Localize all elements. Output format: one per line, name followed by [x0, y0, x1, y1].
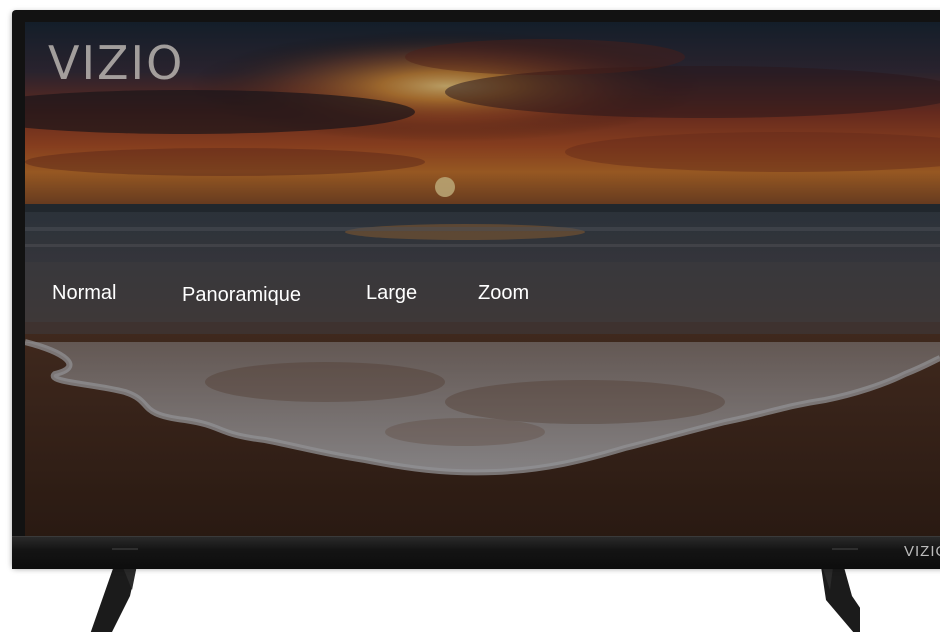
- tv-display: VIZIO Normal Panoramique Large Zoom VIZI…: [0, 0, 940, 632]
- bezel-notch-right: [832, 548, 858, 550]
- aspect-option-large[interactable]: Large: [366, 282, 417, 305]
- bezel-notch-left: [112, 548, 138, 550]
- aspect-option-normal[interactable]: Normal: [52, 282, 116, 305]
- aspect-option-panoramique[interactable]: Panoramique: [182, 284, 301, 307]
- stand-leg-right: [820, 560, 860, 632]
- vizio-bezel-logo: VIZIO: [904, 543, 940, 560]
- stand-leg-left: [90, 560, 138, 632]
- vizio-screen-logo: VIZIO: [48, 36, 185, 90]
- aspect-option-zoom[interactable]: Zoom: [478, 282, 529, 305]
- tv-bottom-bezel: [12, 536, 940, 569]
